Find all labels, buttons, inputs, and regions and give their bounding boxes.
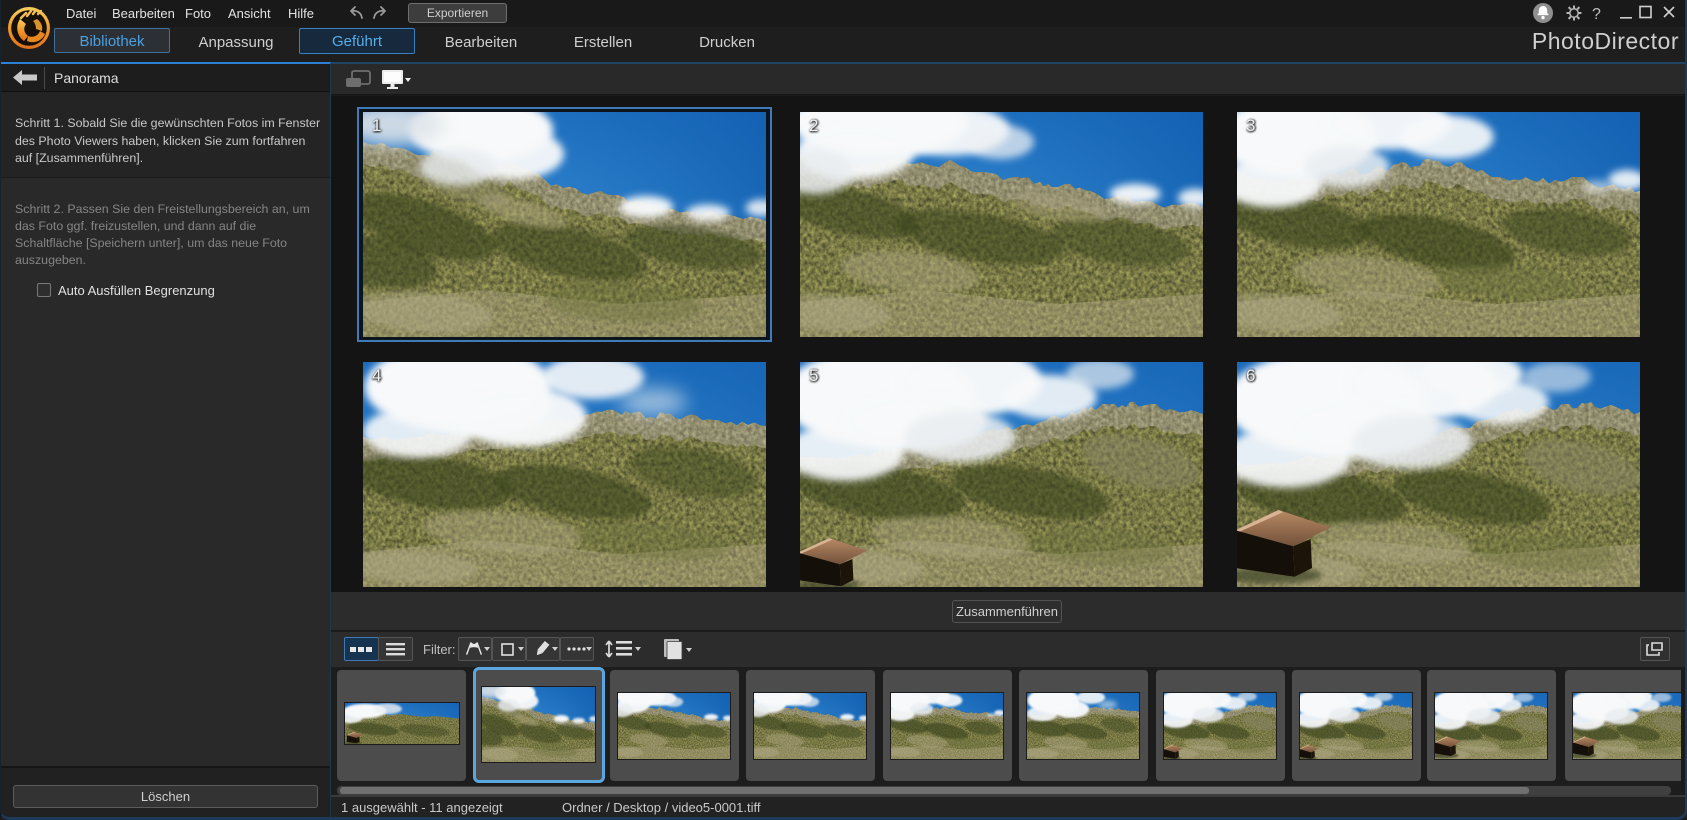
svg-text:?: ? <box>1592 6 1601 23</box>
